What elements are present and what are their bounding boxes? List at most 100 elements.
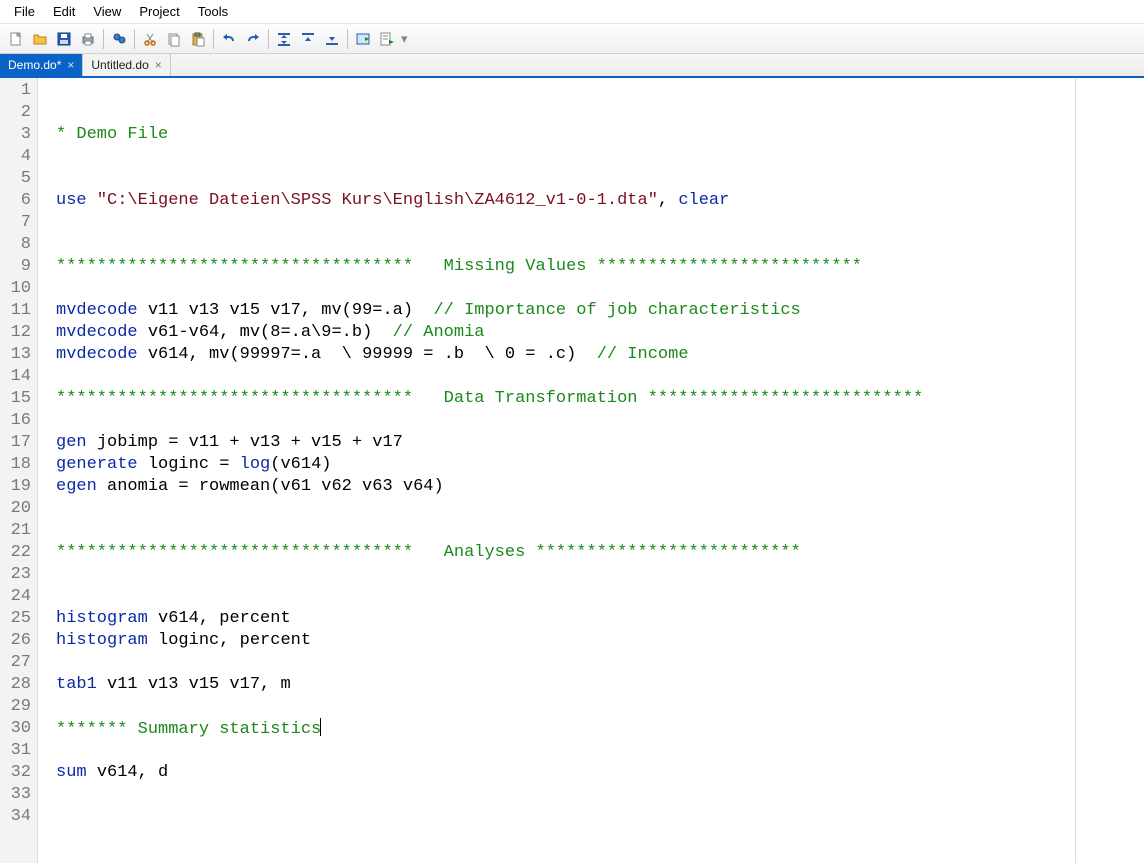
code-line[interactable]: ******* Summary statistics	[56, 718, 1144, 740]
code-line[interactable]	[56, 410, 1144, 432]
code-line[interactable]: *********************************** Miss…	[56, 256, 1144, 278]
line-number: 13	[0, 344, 31, 366]
code-line[interactable]: *********************************** Data…	[56, 388, 1144, 410]
code-token: v61-v64, mv(8=.a\9=.b)	[148, 323, 393, 342]
code-line[interactable]	[56, 740, 1144, 762]
code-line[interactable]	[56, 696, 1144, 718]
code-line[interactable]	[56, 146, 1144, 168]
undo-button[interactable]	[218, 28, 240, 50]
line-number: 3	[0, 124, 31, 146]
new-file-button[interactable]	[5, 28, 27, 50]
cut-icon	[142, 31, 158, 47]
code-editor[interactable]: 1234567891011121314151617181920212223242…	[0, 78, 1144, 863]
unindent-button[interactable]	[297, 28, 319, 50]
copy-button[interactable]	[163, 28, 185, 50]
save-button[interactable]	[53, 28, 75, 50]
menu-file[interactable]: File	[6, 2, 43, 21]
run-lines-icon	[379, 31, 395, 47]
code-line[interactable]: tab1 v11 v13 v15 v17, m	[56, 674, 1144, 696]
code-line[interactable]	[56, 498, 1144, 520]
line-number: 19	[0, 476, 31, 498]
menu-project[interactable]: Project	[131, 2, 187, 21]
close-icon[interactable]: ×	[67, 58, 74, 72]
code-token: loginc =	[148, 455, 240, 474]
code-token: * Demo File	[56, 125, 168, 144]
code-line[interactable]: gen jobimp = v11 + v13 + v15 + v17	[56, 432, 1144, 454]
code-line[interactable]	[56, 586, 1144, 608]
tab-label: Demo.do*	[8, 58, 61, 72]
code-line[interactable]: generate loginc = log(v614)	[56, 454, 1144, 476]
line-number: 27	[0, 652, 31, 674]
line-number: 15	[0, 388, 31, 410]
line-number: 25	[0, 608, 31, 630]
line-number-gutter: 1234567891011121314151617181920212223242…	[0, 78, 38, 863]
code-line[interactable]	[56, 366, 1144, 388]
toolbar-separator	[347, 29, 348, 49]
code-line[interactable]: histogram loginc, percent	[56, 630, 1144, 652]
menu-view[interactable]: View	[85, 2, 129, 21]
indent-toggle-button[interactable]	[273, 28, 295, 50]
menu-tools[interactable]: Tools	[190, 2, 236, 21]
find-button[interactable]	[108, 28, 130, 50]
line-number: 28	[0, 674, 31, 696]
code-area[interactable]: * Demo File use "C:\Eigene Dateien\SPSS K…	[38, 78, 1144, 863]
open-folder-icon	[32, 31, 48, 47]
code-line[interactable]: mvdecode v61-v64, mv(8=.a\9=.b) // Anomi…	[56, 322, 1144, 344]
code-line[interactable]	[56, 278, 1144, 300]
code-token: egen	[56, 477, 107, 496]
bookmark-next-button[interactable]	[321, 28, 343, 50]
code-line[interactable]	[56, 564, 1144, 586]
cut-button[interactable]	[139, 28, 161, 50]
code-line[interactable]	[56, 234, 1144, 256]
code-line[interactable]	[56, 806, 1144, 828]
menu-edit[interactable]: Edit	[45, 2, 83, 21]
toolbar-overflow-icon[interactable]: ▾	[401, 31, 408, 47]
print-button[interactable]	[77, 28, 99, 50]
code-line[interactable]	[56, 102, 1144, 124]
copy-icon	[166, 31, 182, 47]
redo-button[interactable]	[242, 28, 264, 50]
paste-button[interactable]	[187, 28, 209, 50]
find-icon	[111, 31, 127, 47]
code-token: *********************************** Anal…	[56, 543, 801, 562]
code-line[interactable]: mvdecode v11 v13 v15 v17, mv(99=.a) // I…	[56, 300, 1144, 322]
indent-toggle-icon	[276, 31, 292, 47]
tab-demo-do[interactable]: Demo.do* ×	[0, 54, 83, 76]
code-line[interactable]: *********************************** Anal…	[56, 542, 1144, 564]
close-icon[interactable]: ×	[155, 58, 162, 72]
code-line[interactable]	[56, 80, 1144, 102]
code-token: jobimp = v11 + v13 + v15 + v17	[97, 433, 403, 452]
right-margin-guide	[1075, 78, 1076, 863]
line-number: 26	[0, 630, 31, 652]
line-number: 29	[0, 696, 31, 718]
code-token: mvdecode	[56, 323, 148, 342]
code-line[interactable]	[56, 168, 1144, 190]
code-token: histogram	[56, 609, 158, 628]
code-line[interactable]	[56, 212, 1144, 234]
code-line[interactable]: mvdecode v614, mv(99997=.a \ 99999 = .b …	[56, 344, 1144, 366]
code-line[interactable]: use "C:\Eigene Dateien\SPSS Kurs\English…	[56, 190, 1144, 212]
open-button[interactable]	[29, 28, 51, 50]
tab-untitled-do[interactable]: Untitled.do ×	[83, 54, 170, 76]
code-line[interactable]	[56, 784, 1144, 806]
code-token: tab1	[56, 675, 107, 694]
code-token: ******* Summary statistics	[56, 720, 321, 739]
run-lines-button[interactable]	[376, 28, 398, 50]
code-token: sum	[56, 763, 97, 782]
code-line[interactable]: sum v614, d	[56, 762, 1144, 784]
run-button[interactable]	[352, 28, 374, 50]
code-token: // Anomia	[393, 323, 485, 342]
code-line[interactable]: egen anomia = rowmean(v61 v62 v63 v64)	[56, 476, 1144, 498]
code-line[interactable]: * Demo File	[56, 124, 1144, 146]
line-number: 1	[0, 80, 31, 102]
code-token: *********************************** Miss…	[56, 257, 862, 276]
line-number: 18	[0, 454, 31, 476]
line-number: 17	[0, 432, 31, 454]
code-token: clear	[678, 191, 729, 210]
code-token: *********************************** Data…	[56, 389, 923, 408]
code-line[interactable]: histogram v614, percent	[56, 608, 1144, 630]
save-icon	[56, 31, 72, 47]
code-line[interactable]	[56, 652, 1144, 674]
toolbar-separator	[134, 29, 135, 49]
code-line[interactable]	[56, 520, 1144, 542]
